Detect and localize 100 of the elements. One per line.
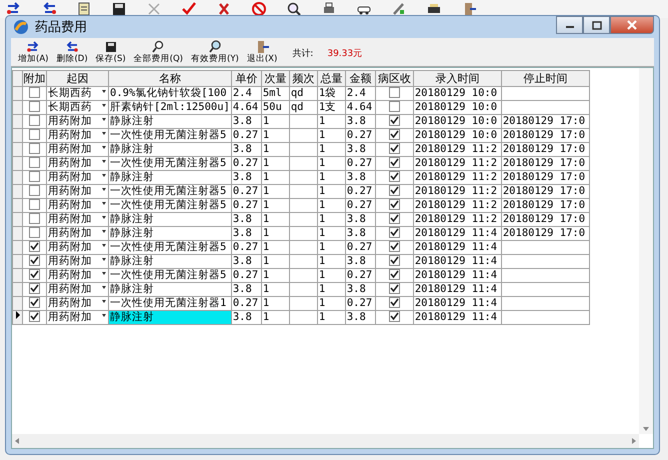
- dropdown-icon[interactable]: [102, 90, 106, 93]
- table-cell: 一次性使用无菌注射器5: [110, 129, 226, 142]
- column-header[interactable]: 总量: [317, 70, 346, 86]
- checkbox[interactable]: [29, 185, 40, 196]
- toolbar-button[interactable]: 增加(A): [15, 40, 52, 64]
- toolbar-button[interactable]: 有效费用(Y): [188, 40, 242, 64]
- table-cell: 1: [318, 269, 326, 282]
- app-logo-icon: [13, 19, 29, 35]
- delete-icon: [65, 40, 80, 54]
- checked-checkbox[interactable]: [29, 311, 40, 322]
- prohibited-icon[interactable]: [251, 1, 267, 17]
- scroll-right-icon[interactable]: [632, 438, 636, 444]
- maximize-button[interactable]: [583, 16, 610, 34]
- checkbox[interactable]: [29, 157, 40, 168]
- checked-checkbox[interactable]: [388, 283, 400, 294]
- magnifier-icon[interactable]: [286, 1, 302, 17]
- column-header[interactable]: 金额: [345, 70, 376, 86]
- minimize-button[interactable]: [556, 16, 583, 34]
- checked-checkbox[interactable]: [388, 269, 400, 280]
- table-cell: qd: [290, 101, 304, 114]
- checked-checkbox[interactable]: [29, 297, 40, 308]
- dropdown-icon[interactable]: [102, 104, 106, 107]
- dropdown-icon[interactable]: [102, 244, 106, 247]
- checkbox[interactable]: [29, 87, 40, 98]
- column-header[interactable]: 名称: [108, 70, 232, 86]
- dropdown-icon[interactable]: [102, 258, 106, 261]
- checkbox[interactable]: [29, 129, 40, 140]
- dropdown-icon[interactable]: [102, 272, 106, 275]
- dropdown-icon[interactable]: [102, 300, 106, 303]
- checked-checkbox[interactable]: [388, 311, 400, 322]
- checkbox[interactable]: [29, 199, 40, 210]
- checked-checkbox[interactable]: [29, 241, 40, 252]
- checkbox[interactable]: [388, 101, 400, 112]
- checked-checkbox[interactable]: [388, 171, 400, 182]
- checked-checkbox[interactable]: [388, 129, 400, 140]
- dropdown-icon[interactable]: [102, 230, 106, 233]
- dropdown-icon[interactable]: [102, 202, 106, 205]
- checkbox[interactable]: [29, 115, 40, 126]
- dropdown-icon[interactable]: [102, 146, 106, 149]
- dropdown-icon[interactable]: [102, 160, 106, 163]
- table-cell: 20180129 10:0: [414, 101, 498, 114]
- dropdown-icon[interactable]: [102, 314, 106, 317]
- table-cell: 0.27: [346, 185, 372, 198]
- scroll-down-icon[interactable]: [643, 427, 649, 431]
- table-cell: 20180129 11:2: [414, 185, 498, 198]
- checked-checkbox[interactable]: [29, 255, 40, 266]
- close-button[interactable]: [610, 16, 654, 34]
- checkbox[interactable]: [29, 213, 40, 224]
- checked-checkbox[interactable]: [29, 269, 40, 280]
- scroll-left-icon[interactable]: [15, 438, 19, 444]
- vertical-scrollbar[interactable]: [639, 68, 653, 434]
- checked-checkbox[interactable]: [29, 283, 40, 294]
- checked-checkbox[interactable]: [388, 157, 400, 168]
- dropdown-icon[interactable]: [102, 118, 106, 121]
- dropdown-icon[interactable]: [102, 132, 106, 135]
- dropdown-icon[interactable]: [102, 286, 106, 289]
- checked-checkbox[interactable]: [388, 227, 400, 238]
- cross-icon[interactable]: [216, 1, 232, 17]
- column-header[interactable]: 频次: [289, 70, 318, 86]
- document-icon[interactable]: [76, 1, 92, 17]
- table-cell: 1: [318, 297, 326, 310]
- checkmark-icon[interactable]: [181, 1, 197, 17]
- checked-checkbox[interactable]: [388, 143, 400, 154]
- checkbox[interactable]: [29, 143, 40, 154]
- checked-checkbox[interactable]: [388, 241, 400, 252]
- cross-icon[interactable]: [146, 1, 162, 17]
- table-cell: 长期西药: [48, 87, 92, 100]
- horizontal-scrollbar[interactable]: [12, 434, 639, 448]
- checkbox[interactable]: [29, 101, 40, 112]
- checked-checkbox[interactable]: [388, 115, 400, 126]
- column-header[interactable]: 录入时间: [413, 70, 502, 86]
- toolbar-button[interactable]: 删除(D): [53, 40, 91, 64]
- checked-checkbox[interactable]: [388, 297, 400, 308]
- dropdown-icon[interactable]: [102, 216, 106, 219]
- dropdown-icon[interactable]: [102, 174, 106, 177]
- checkbox[interactable]: [29, 171, 40, 182]
- table-cell: 1: [318, 129, 326, 142]
- table-cell: 静脉注射: [110, 227, 154, 240]
- table-cell: 20180129 11:4: [414, 269, 498, 282]
- checked-checkbox[interactable]: [388, 199, 400, 210]
- checked-checkbox[interactable]: [388, 255, 400, 266]
- column-header[interactable]: 停止时间: [501, 70, 590, 86]
- table-cell: 用药附加: [48, 157, 92, 170]
- checked-checkbox[interactable]: [388, 185, 400, 196]
- column-header[interactable]: 附加: [22, 70, 46, 86]
- arrow-right-icon[interactable]: [6, 1, 22, 17]
- checkbox[interactable]: [388, 87, 400, 98]
- checkbox[interactable]: [29, 227, 40, 238]
- table-cell: 1: [262, 255, 270, 268]
- toolbar-button[interactable]: 退出(X): [244, 40, 280, 64]
- dropdown-icon[interactable]: [102, 188, 106, 191]
- toolbar-button[interactable]: 保存(S): [92, 40, 129, 64]
- checked-checkbox[interactable]: [388, 213, 400, 224]
- column-header[interactable]: 起因: [46, 70, 108, 86]
- toolbar-button[interactable]: 全部费用(Q): [130, 40, 186, 64]
- arrow-left-icon[interactable]: [41, 1, 57, 17]
- column-header[interactable]: 病区收: [375, 70, 414, 86]
- column-header[interactable]: 次量: [261, 70, 290, 86]
- table-cell: 用药附加: [48, 185, 92, 198]
- column-header[interactable]: 单价: [231, 70, 262, 86]
